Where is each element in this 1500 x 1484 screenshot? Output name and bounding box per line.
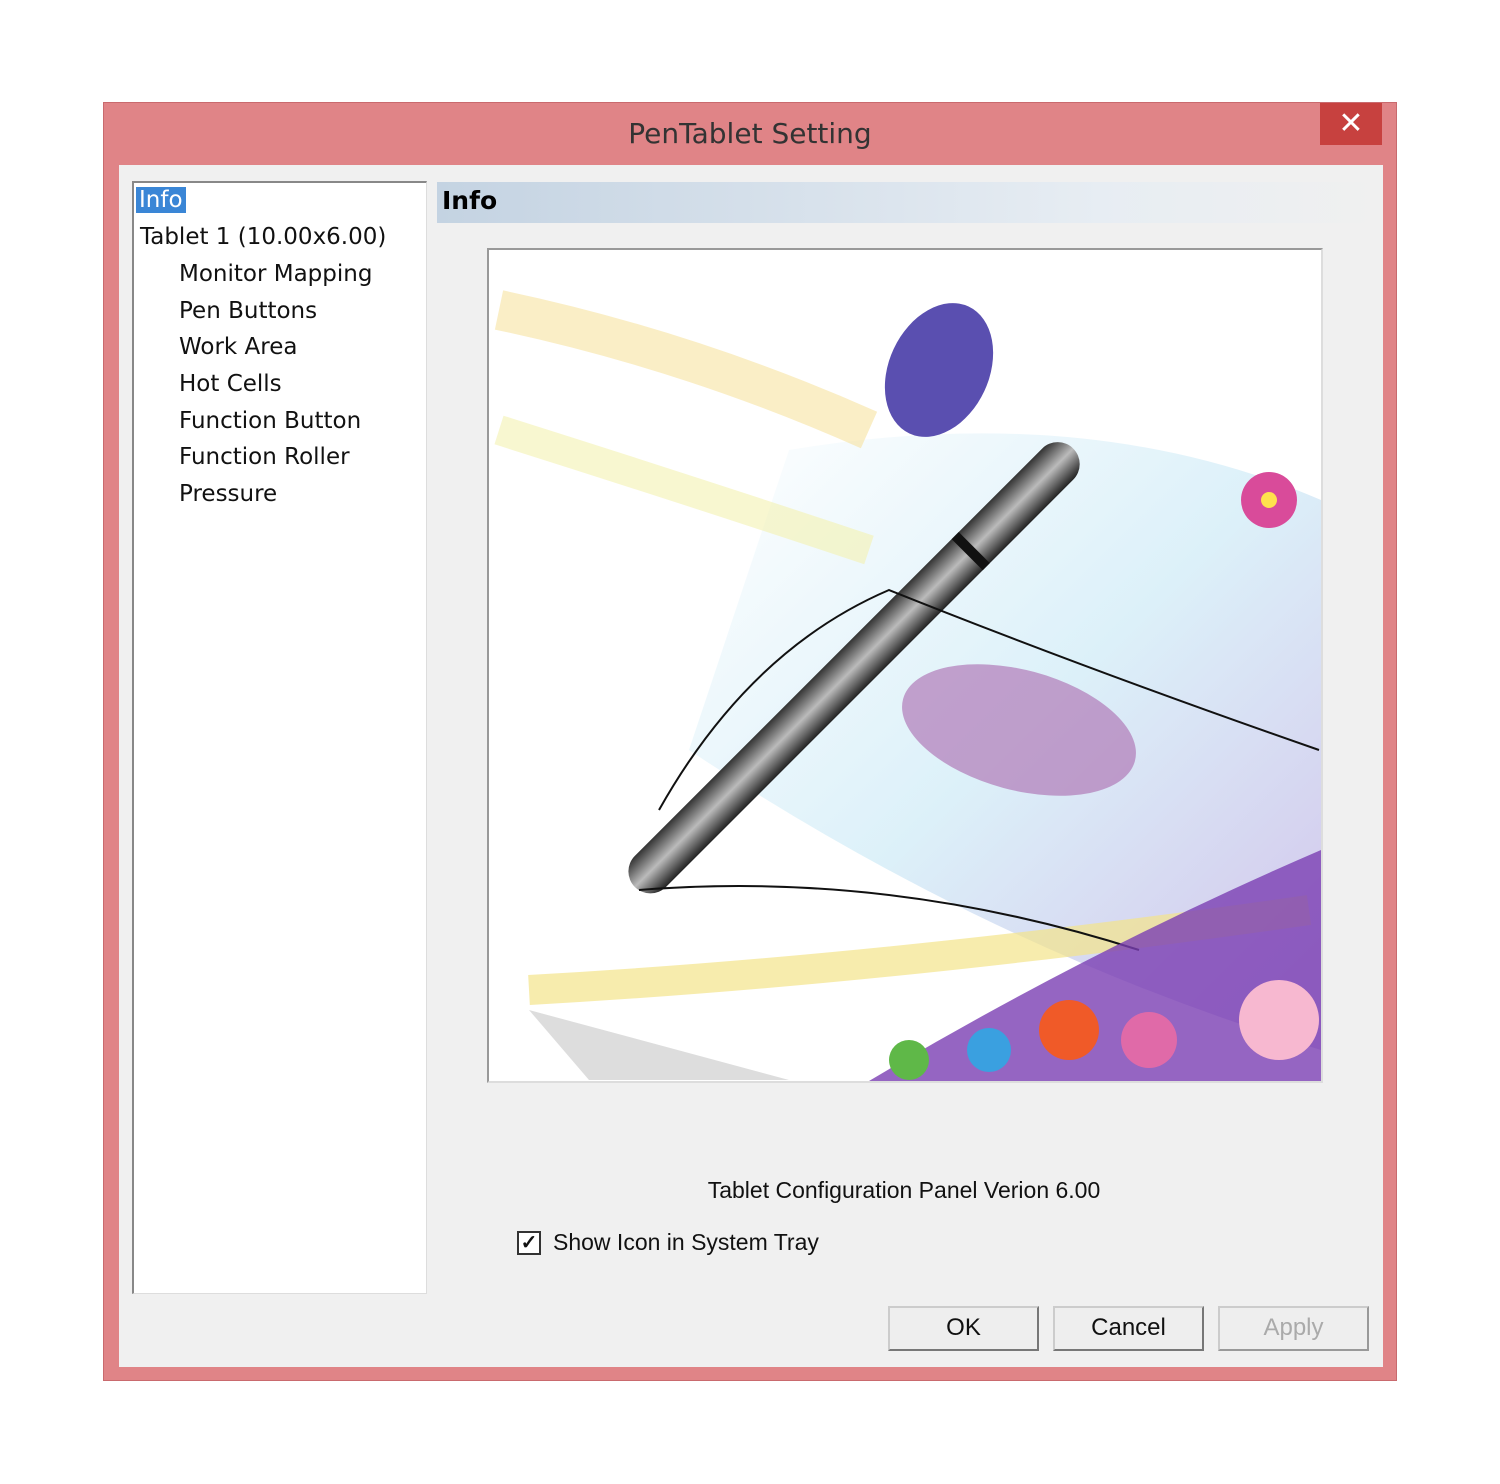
- tree-item-pen-buttons[interactable]: Pen Buttons: [179, 298, 317, 324]
- panel-header-title: Info: [442, 186, 498, 215]
- tree-item-info[interactable]: Info: [136, 187, 186, 213]
- tree-item-function-roller[interactable]: Function Roller: [179, 444, 350, 470]
- pen-illustration: [487, 248, 1323, 1083]
- close-icon: ✕: [1338, 106, 1364, 141]
- settings-tree[interactable]: Info Tablet 1 (10.00x6.00) Monitor Mappi…: [132, 181, 427, 1294]
- panel-header: Info: [437, 182, 1383, 223]
- tree-item-work-area[interactable]: Work Area: [179, 334, 297, 360]
- ok-button[interactable]: OK: [888, 1306, 1039, 1351]
- pentablet-settings-window: PenTablet Setting ✕ Info Tablet 1 (10.00…: [103, 102, 1397, 1381]
- tree-item-tablet[interactable]: Tablet 1 (10.00x6.00): [140, 224, 386, 250]
- tree-item-pressure[interactable]: Pressure: [179, 481, 277, 507]
- show-tray-label: Show Icon in System Tray: [553, 1229, 819, 1255]
- show-tray-checkbox[interactable]: ✓ Show Icon in System Tray: [517, 1229, 819, 1256]
- close-button[interactable]: ✕: [1320, 103, 1382, 145]
- client-area: Info Tablet 1 (10.00x6.00) Monitor Mappi…: [119, 165, 1383, 1367]
- checkmark-icon[interactable]: ✓: [517, 1230, 541, 1255]
- window-title: PenTablet Setting: [628, 117, 872, 150]
- tree-item-hot-cells[interactable]: Hot Cells: [179, 371, 282, 397]
- tree-item-monitor-mapping[interactable]: Monitor Mapping: [179, 261, 372, 287]
- cancel-button[interactable]: Cancel: [1053, 1306, 1204, 1351]
- apply-button[interactable]: Apply: [1218, 1306, 1369, 1351]
- version-text: Tablet Configuration Panel Verion 6.00: [707, 1177, 1101, 1203]
- tree-item-function-button[interactable]: Function Button: [179, 408, 361, 434]
